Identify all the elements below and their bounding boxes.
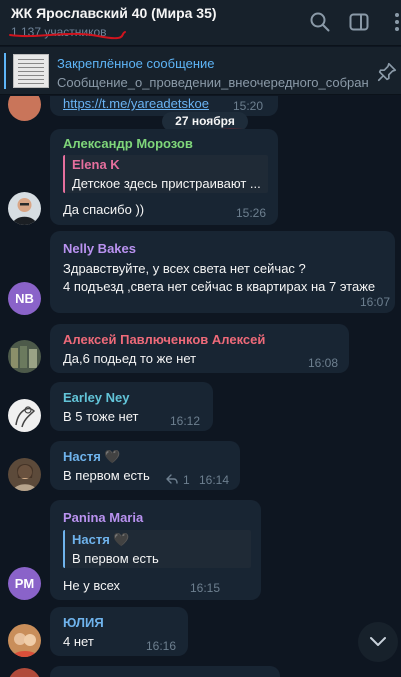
message-time: 16:07 [360, 295, 391, 309]
reply-text: В первом есть [72, 551, 159, 566]
message-text: Да,6 подьед то же нет [63, 351, 197, 366]
more-vert-icon[interactable] [385, 10, 401, 34]
sender-name[interactable]: Алексей Павлюченков Алексей [63, 332, 265, 347]
message-text: Да спасибо )) [63, 202, 145, 217]
pinned-title: Закреплённое сообщение [57, 56, 215, 71]
message-text: 4 подъезд ,света нет сейчас в квартирах … [63, 279, 376, 294]
message-bubble[interactable] [50, 666, 280, 677]
message-text: В 5 тоже нет [63, 409, 139, 424]
reply-sender: Настя 🖤 [72, 532, 130, 547]
avatar[interactable]: PM [8, 567, 41, 600]
pinned-message-bar[interactable]: Закреплённое сообщение Сообщение_о_прове… [0, 47, 401, 95]
reply-quote[interactable]: Elena K Детское здесь пристраивают ... [63, 155, 268, 193]
message-time: 16:08 [308, 356, 339, 370]
message-text: Здравствуйте, у всех света нет сейчас ? [63, 261, 306, 276]
avatar[interactable] [8, 624, 41, 657]
reply-quote[interactable]: Настя 🖤 В первом есть [63, 530, 251, 568]
reply-count[interactable]: 1 [183, 473, 190, 487]
message-bubble[interactable]: Александр Морозов Elena K Детское здесь … [50, 129, 278, 225]
reply-sender: Elena K [72, 157, 120, 172]
search-icon[interactable] [308, 10, 332, 34]
avatar[interactable] [8, 340, 41, 373]
sidebar-toggle-icon[interactable] [347, 10, 371, 34]
message-time: 16:12 [170, 414, 201, 428]
message-time: 16:15 [190, 581, 221, 595]
sender-name[interactable]: Earley Ney [63, 390, 130, 405]
message-bubble[interactable]: Earley Ney В 5 тоже нет 16:12 [50, 382, 213, 431]
avatar[interactable] [8, 192, 41, 225]
message-time: 15:20 [233, 99, 264, 113]
message-bubble[interactable]: Panina Maria Настя 🖤 В первом есть Не у … [50, 500, 261, 600]
sender-name[interactable]: Panina Maria [63, 510, 143, 525]
chevron-down-icon [370, 637, 386, 646]
message-bubble[interactable]: ЮЛИЯ 4 нет 16:16 [50, 607, 188, 656]
avatar[interactable] [8, 458, 41, 491]
message-time: 15:26 [236, 206, 267, 220]
chat-header[interactable]: ЖК Ярославский 40 (Мира 35) 1 137 участн… [0, 0, 401, 46]
avatar[interactable]: NB [8, 282, 41, 315]
message-link[interactable]: https://t.me/yareadetskoe [63, 96, 209, 111]
message-bubble[interactable]: Алексей Павлюченков Алексей Да,6 подьед … [50, 324, 349, 373]
drawing-photo [15, 406, 36, 428]
message-text: 4 нет [63, 634, 94, 649]
group-photo [11, 346, 37, 368]
sender-name[interactable]: Александр Морозов [63, 136, 193, 151]
avatar[interactable] [8, 668, 41, 677]
sender-name[interactable]: ЮЛИЯ [63, 615, 104, 630]
message-bubble[interactable]: Настя 🖤 В первом есть 1 16:14 [50, 441, 240, 490]
avatar[interactable] [8, 96, 41, 121]
avatar[interactable] [8, 399, 41, 432]
avatar-initials: PM [14, 576, 35, 591]
message-time: 16:14 [199, 473, 230, 487]
sender-name[interactable]: Настя 🖤 [63, 449, 121, 465]
pinned-indicator [4, 53, 6, 89]
message-bubble[interactable]: Nelly Bakes Здравствуйте, у всех света н… [50, 231, 395, 313]
message-text: В первом есть [63, 468, 150, 483]
scroll-to-bottom-button[interactable] [358, 622, 398, 662]
message-list[interactable]: https://t.me/yareadetskoe 15:20 27 ноябр… [0, 96, 401, 677]
reply-text: Детское здесь пристраивают ... [72, 176, 261, 191]
reply-arrow-icon[interactable] [166, 473, 178, 485]
person-photo [13, 464, 37, 491]
person-photo [12, 633, 38, 657]
avatar-initials: NB [15, 291, 34, 306]
pin-icon[interactable] [376, 61, 398, 83]
message-text: Не у всех [63, 578, 121, 593]
pinned-text: Сообщение_о_проведении_внеочередного_соб… [57, 75, 369, 90]
pinned-document-thumbnail[interactable] [13, 54, 49, 88]
message-time: 16:16 [146, 639, 177, 653]
red-underline-annotation [9, 31, 126, 40]
chat-title[interactable]: ЖК Ярославский 40 (Мира 35) [11, 5, 217, 21]
person-photo [12, 198, 37, 225]
sender-name[interactable]: Nelly Bakes [63, 241, 136, 256]
